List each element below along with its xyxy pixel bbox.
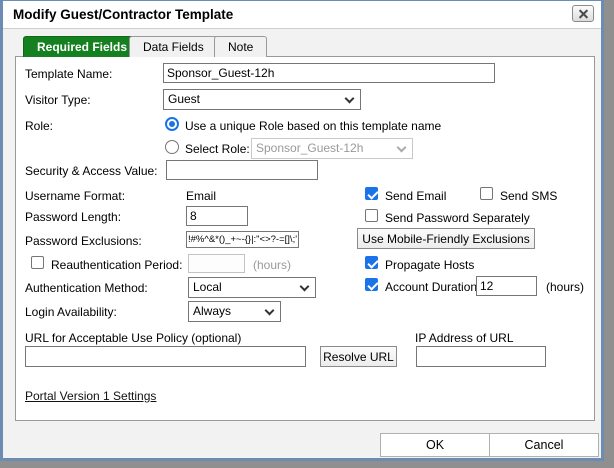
send-sms-checkbox[interactable] [480, 187, 493, 200]
select-role-select[interactable]: Sponsor_Guest-12h [251, 138, 413, 159]
password-exclusions-label: Password Exclusions: [25, 234, 142, 248]
ip-address-label: IP Address of URL [415, 331, 514, 345]
close-button[interactable] [572, 5, 594, 22]
tab-note[interactable]: Note [214, 36, 267, 57]
propagate-hosts-checkbox[interactable] [365, 256, 378, 269]
send-email-checkbox[interactable] [365, 187, 378, 200]
reauthentication-period-label: Reauthentication Period: [51, 258, 182, 272]
reauthentication-period-input[interactable] [188, 254, 245, 273]
ok-button[interactable]: OK [380, 433, 490, 457]
role-unique-label: Use a unique Role based on this template… [185, 119, 441, 133]
chevron-down-icon [265, 306, 275, 316]
password-length-input[interactable] [186, 206, 248, 226]
login-availability-value: Always [193, 304, 231, 318]
url-aup-label: URL for Acceptable Use Policy (optional) [25, 331, 241, 345]
modify-guest-contractor-template-dialog: Modify Guest/Contractor Template Require… [0, 0, 604, 461]
portal-version-1-settings-link[interactable]: Portal Version 1 Settings [25, 389, 156, 403]
tab-required-fields[interactable]: Required Fields [23, 36, 141, 57]
reauthentication-hours-suffix: (hours) [253, 258, 291, 272]
dialog-titlebar: Modify Guest/Contractor Template [3, 1, 601, 29]
chevron-down-icon [345, 94, 355, 104]
account-duration-input[interactable] [476, 276, 537, 296]
send-email-label: Send Email [385, 189, 446, 203]
account-duration-hours-suffix: (hours) [546, 280, 584, 294]
login-availability-select[interactable]: Always [188, 301, 281, 322]
security-access-value-input[interactable] [166, 160, 318, 180]
template-name-label: Template Name: [25, 67, 112, 81]
tab-data-fields[interactable]: Data Fields [129, 36, 218, 57]
visitor-type-select[interactable]: Guest [163, 89, 361, 110]
role-select-radio[interactable] [165, 140, 179, 154]
use-mobile-friendly-exclusions-button[interactable]: Use Mobile-Friendly Exclusions [357, 228, 535, 249]
role-select-label: Select Role: [185, 142, 250, 156]
username-format-value: Email [186, 189, 216, 203]
authentication-method-label: Authentication Method: [25, 281, 148, 295]
visitor-type-label: Visitor Type: [25, 93, 91, 107]
propagate-hosts-label: Propagate Hosts [385, 258, 474, 272]
account-duration-checkbox[interactable] [365, 278, 378, 291]
chevron-down-icon [397, 143, 407, 153]
desktop-background: Modify Guest/Contractor Template Require… [0, 0, 614, 468]
resolve-url-button[interactable]: Resolve URL [320, 346, 397, 367]
account-duration-label: Account Duration: [385, 280, 480, 294]
select-role-value: Sponsor_Guest-12h [256, 141, 363, 155]
security-access-value-label: Security & Access Value: [25, 164, 158, 178]
login-availability-label: Login Availability: [25, 305, 117, 319]
password-exclusions-input[interactable] [186, 231, 299, 248]
close-icon [579, 9, 588, 18]
cancel-button[interactable]: Cancel [489, 433, 599, 457]
url-aup-input[interactable] [25, 346, 306, 367]
dialog-title: Modify Guest/Contractor Template [13, 7, 233, 22]
password-length-label: Password Length: [25, 210, 121, 224]
role-unique-radio[interactable] [165, 117, 179, 131]
role-label: Role: [25, 119, 53, 133]
send-password-separately-checkbox[interactable] [365, 209, 378, 222]
username-format-label: Username Format: [25, 189, 125, 203]
authentication-method-value: Local [193, 280, 222, 294]
template-name-input[interactable] [163, 63, 495, 83]
visitor-type-value: Guest [168, 92, 200, 106]
chevron-down-icon [300, 282, 310, 292]
authentication-method-select[interactable]: Local [188, 277, 316, 298]
send-sms-label: Send SMS [500, 189, 557, 203]
send-password-separately-label: Send Password Separately [385, 211, 530, 225]
reauthentication-period-checkbox[interactable] [31, 256, 44, 269]
ip-address-input[interactable] [416, 346, 546, 367]
